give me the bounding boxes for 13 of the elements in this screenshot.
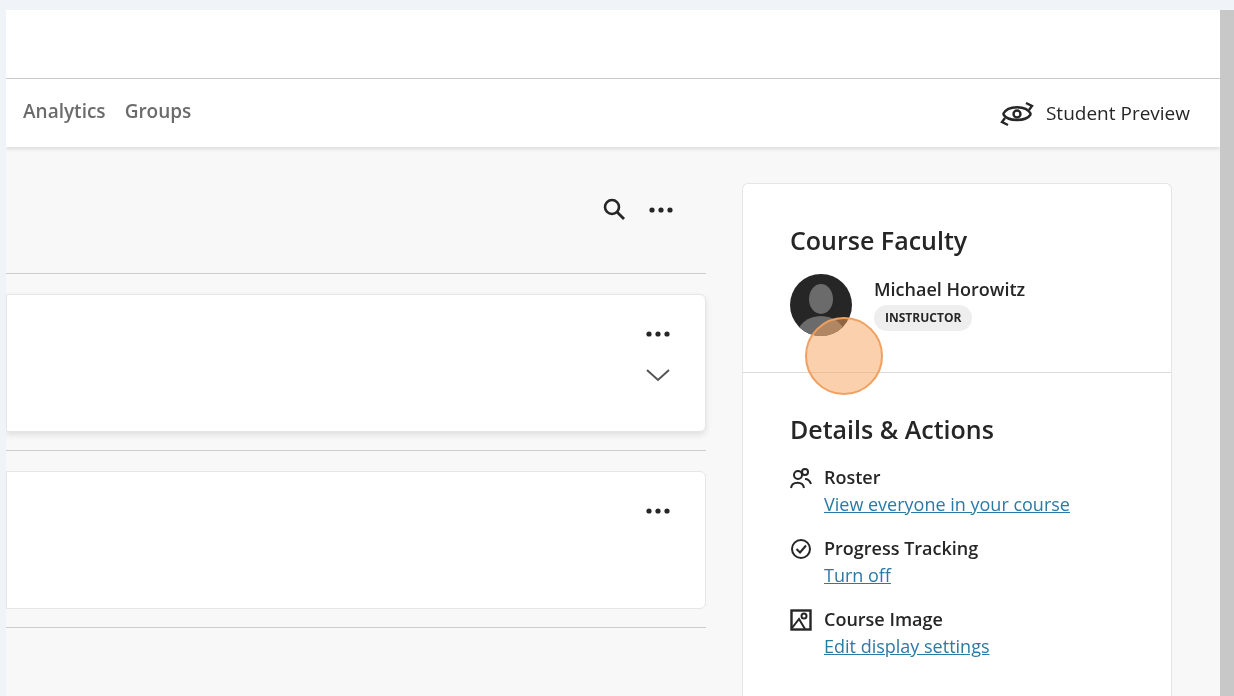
action-label: Course Image — [824, 606, 943, 633]
action-label: Roster — [824, 464, 881, 491]
action-label: Progress Tracking — [824, 535, 979, 562]
action-link[interactable]: Turn off — [824, 562, 891, 589]
faculty-name: Michael Horowitz — [874, 275, 1026, 303]
role-badge: INSTRUCTOR — [874, 304, 973, 331]
nav-tab[interactable]: Groups — [124, 96, 192, 126]
action-link[interactable]: View everyone in your course — [824, 491, 1070, 518]
action-link[interactable]: Edit display settings — [824, 633, 990, 660]
nav-tab[interactable]: Analytics — [23, 96, 106, 126]
student-preview-button[interactable]: Student Preview — [997, 98, 1190, 128]
panel-title: Details & Actions — [790, 410, 995, 448]
panel-title: Course Faculty — [790, 222, 969, 259]
